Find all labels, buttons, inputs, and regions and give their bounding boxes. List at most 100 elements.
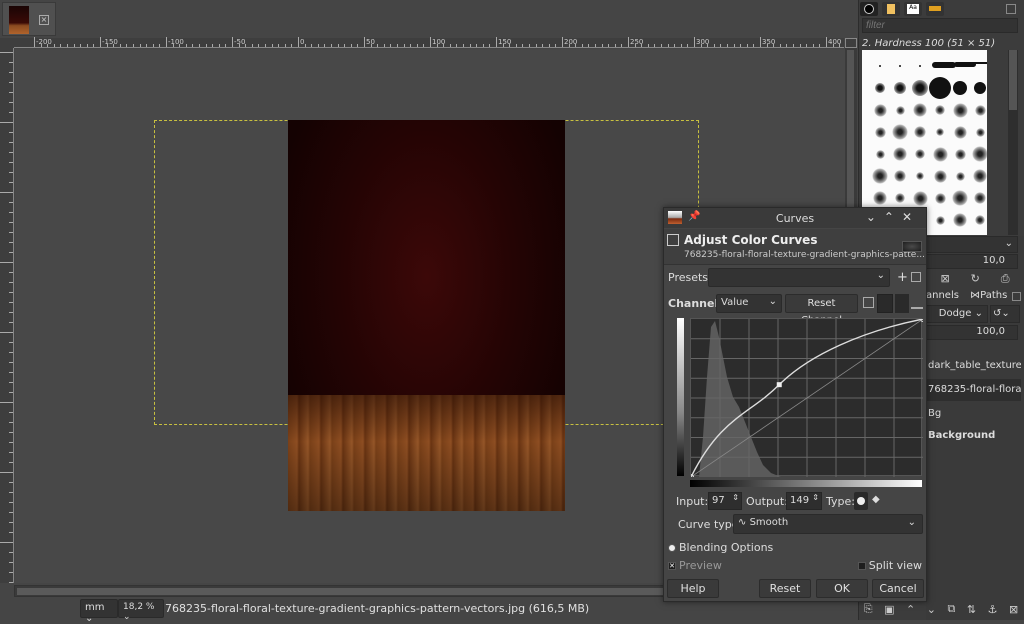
dock-menu-icon[interactable] [1006,4,1016,14]
brush-preset[interactable] [912,80,928,96]
brush-preset[interactable] [913,103,927,117]
brush-size-spin[interactable]: 10,0 [926,254,1018,269]
refresh-icon[interactable]: ↻ [971,272,980,286]
brush-preset[interactable] [953,125,967,139]
help-button[interactable]: Help [667,579,719,598]
layer-row[interactable]: Background [926,425,1021,447]
histogram-view-icon[interactable] [895,294,909,313]
brush-preset[interactable] [894,170,906,182]
reset-button[interactable]: Reset [759,579,811,598]
delete-layer-icon[interactable]: ⊠ [1009,603,1018,616]
brush-preset[interactable] [974,104,986,116]
brush-preset[interactable] [974,192,986,204]
patterns-tab[interactable] [882,2,900,16]
brush-preset[interactable] [874,126,886,138]
brush-preset[interactable] [955,171,965,181]
brush-preset[interactable] [975,127,985,137]
cancel-button[interactable]: Cancel [872,579,924,598]
zoom-select[interactable]: 18,2 % ⌄ [118,599,164,622]
brush-preset[interactable] [932,62,956,68]
brush-preset[interactable] [914,126,926,138]
tab-channels[interactable]: annels [926,290,959,301]
brush-preset[interactable] [973,169,987,183]
output-spin[interactable]: 149 ⇕ [786,492,822,510]
maximize-icon[interactable]: ⌃ [884,210,902,224]
dock-menu-icon[interactable] [1012,292,1021,301]
brush-preset[interactable] [895,193,905,203]
corner-point-icon[interactable]: ◆ [872,494,880,505]
merge-layer-icon[interactable]: ⇅ [967,603,976,616]
brush-preset[interactable] [936,128,944,136]
brush-preset[interactable] [932,146,948,162]
brush-preset[interactable] [952,190,968,206]
tab-paths[interactable]: ⋈Paths [970,290,1007,301]
curve-editor[interactable] [688,316,926,480]
spin-arrows-icon[interactable]: ⇕ [812,493,819,502]
quick-mask-toggle[interactable] [0,38,14,48]
brush-preset[interactable] [895,105,905,115]
curve-control-point[interactable] [776,382,782,388]
lower-layer-icon[interactable]: ⌄ [927,603,936,616]
brush-preset[interactable] [893,147,907,161]
brush-preset[interactable] [899,65,901,67]
brush-preset[interactable] [873,103,887,117]
raise-layer-icon[interactable]: ⌃ [906,603,915,616]
image-tab[interactable]: × [2,2,56,36]
duplicate-layer-icon[interactable]: ⧉ [947,602,955,616]
brush-preset[interactable] [935,105,945,115]
brush-preset[interactable] [875,149,885,159]
brush-preset[interactable] [915,149,925,159]
brushes-tab[interactable] [860,2,878,16]
brush-preset[interactable] [975,215,985,225]
minimize-icon[interactable]: ⌄ [866,210,884,224]
brush-preset[interactable] [892,124,908,140]
brush-preset[interactable] [916,172,924,180]
close-icon[interactable]: × [39,15,49,25]
add-preset-icon[interactable]: + [897,270,908,285]
brush-preset[interactable] [912,190,928,206]
close-icon[interactable]: ✕ [902,210,920,224]
vertical-ruler[interactable] [0,48,14,583]
gradients-tab[interactable] [926,2,944,16]
brush-preset[interactable] [894,82,906,94]
navigate-icon[interactable] [845,38,857,48]
brush-preset[interactable] [974,82,986,94]
channel-select[interactable]: Value ⌄ [716,294,782,313]
brush-preset[interactable] [972,146,987,162]
ok-button[interactable]: OK [816,579,868,598]
opacity-spin[interactable]: 100,0 [926,325,1018,340]
brush-preset[interactable] [872,168,888,184]
brush-preset[interactable] [873,191,887,205]
log-histogram-icon[interactable] [877,294,893,313]
brush-preset[interactable] [875,83,885,93]
spin-arrows-icon[interactable]: ⇕ [732,493,739,502]
preview-checkbox[interactable]: ✕ Preview [668,559,722,572]
composite-select[interactable]: ↺⌄ [990,305,1020,323]
scroll-thumb[interactable] [1009,50,1017,110]
blending-options-expander[interactable]: Blending Options [668,541,773,554]
presets-select[interactable]: ⌄ [708,268,890,287]
layer-row[interactable]: Bg [926,403,1021,425]
brush-preset[interactable] [929,77,951,99]
brush-preset[interactable] [933,169,947,183]
layer-row[interactable]: dark_table_texture__ho [926,355,1021,377]
horizontal-ruler[interactable]: -200 -150 -100 -50 0 50 100 150 200 250 300 350 400 [14,37,887,48]
mode-select[interactable]: Dodge ⌄ [926,305,988,323]
anchor-layer-icon[interactable]: ⚓ [988,603,998,616]
brush-scrollbar[interactable] [1008,50,1018,235]
brush-filter-input[interactable] [862,18,1018,33]
brush-preset[interactable] [879,65,881,67]
image-canvas[interactable] [288,120,565,511]
new-group-icon[interactable]: ▣ [884,603,894,616]
brush-preset[interactable] [934,192,946,204]
fonts-tab[interactable]: Aa [904,2,922,16]
preset-menu-icon[interactable] [911,272,921,282]
delete-icon[interactable]: ⊠ [940,272,949,286]
brush-preset[interactable] [970,62,987,64]
curve-type-select[interactable]: ∿ Smooth ⌄ [733,514,923,534]
brush-preset[interactable] [954,148,966,160]
dock-combo[interactable]: ⌄ [926,236,1018,253]
split-view-checkbox[interactable]: Split view [857,559,922,572]
layer-row-active[interactable]: 768235-floral-floral-text [926,379,1021,401]
open-icon[interactable]: ⎙ [1001,272,1010,286]
